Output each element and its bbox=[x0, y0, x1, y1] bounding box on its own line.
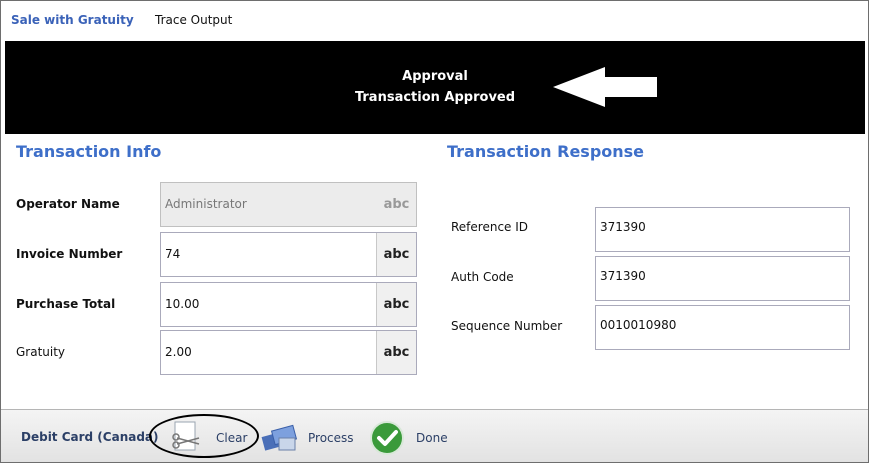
auth-code-field[interactable]: 371390 bbox=[595, 256, 850, 301]
reference-id-value: 371390 bbox=[600, 220, 646, 234]
process-card-icon bbox=[261, 424, 298, 451]
clear-button[interactable]: Clear bbox=[169, 418, 253, 458]
operator-name-field: Administrator abc bbox=[160, 182, 417, 227]
payment-type-label: Debit Card (Canada) bbox=[21, 430, 159, 444]
status-title: Approval bbox=[402, 69, 468, 84]
sequence-number-field[interactable]: 0010010980 bbox=[595, 305, 850, 350]
gratuity-field[interactable]: 2.00 abc bbox=[160, 330, 417, 375]
clear-button-label: Clear bbox=[216, 431, 248, 445]
purchase-total-keyboard-button[interactable]: abc bbox=[376, 283, 416, 326]
invoice-number-field[interactable]: 74 abc bbox=[160, 232, 417, 277]
tab-sale-with-gratuity[interactable]: Sale with Gratuity bbox=[11, 5, 135, 35]
gratuity-label: Gratuity bbox=[16, 345, 66, 359]
status-banner: Approval Transaction Approved bbox=[5, 41, 865, 134]
app-window: Sale with Gratuity Trace Output Approval… bbox=[0, 0, 869, 463]
checkmark-icon bbox=[370, 421, 404, 455]
status-message: Transaction Approved bbox=[354, 90, 516, 105]
invoice-number-label: Invoice Number bbox=[16, 247, 123, 261]
operator-name-keyboard-button: abc bbox=[377, 183, 416, 226]
transaction-response-title: Transaction Response bbox=[447, 142, 645, 161]
bottom-toolbar: Debit Card (Canada) Clear Process Done bbox=[1, 409, 868, 462]
reference-id-field[interactable]: 371390 bbox=[595, 207, 850, 252]
sequence-number-label: Sequence Number bbox=[451, 319, 563, 333]
process-button-label: Process bbox=[308, 431, 354, 445]
auth-code-value: 371390 bbox=[600, 269, 646, 283]
clear-scissors-icon bbox=[172, 421, 200, 451]
tab-bar: Sale with Gratuity Trace Output bbox=[5, 5, 865, 37]
invoice-number-keyboard-button[interactable]: abc bbox=[376, 233, 416, 276]
purchase-total-field[interactable]: 10.00 abc bbox=[160, 282, 417, 327]
purchase-total-value[interactable]: 10.00 bbox=[165, 283, 365, 326]
operator-name-value: Administrator bbox=[165, 197, 247, 211]
operator-name-label: Operator Name bbox=[16, 197, 120, 211]
done-button[interactable]: Done bbox=[369, 418, 459, 458]
invoice-number-value[interactable]: 74 bbox=[165, 233, 365, 276]
process-button[interactable]: Process bbox=[261, 418, 361, 458]
gratuity-value[interactable]: 2.00 bbox=[165, 331, 365, 374]
left-arrow-icon bbox=[553, 67, 657, 107]
tab-trace-output[interactable]: Trace Output bbox=[155, 5, 232, 35]
sequence-number-value: 0010010980 bbox=[600, 318, 677, 332]
gratuity-keyboard-button[interactable]: abc bbox=[376, 331, 416, 374]
transaction-info-title: Transaction Info bbox=[16, 142, 162, 161]
done-button-label: Done bbox=[416, 431, 448, 445]
reference-id-label: Reference ID bbox=[451, 220, 529, 234]
auth-code-label: Auth Code bbox=[451, 270, 514, 284]
purchase-total-label: Purchase Total bbox=[16, 297, 116, 311]
